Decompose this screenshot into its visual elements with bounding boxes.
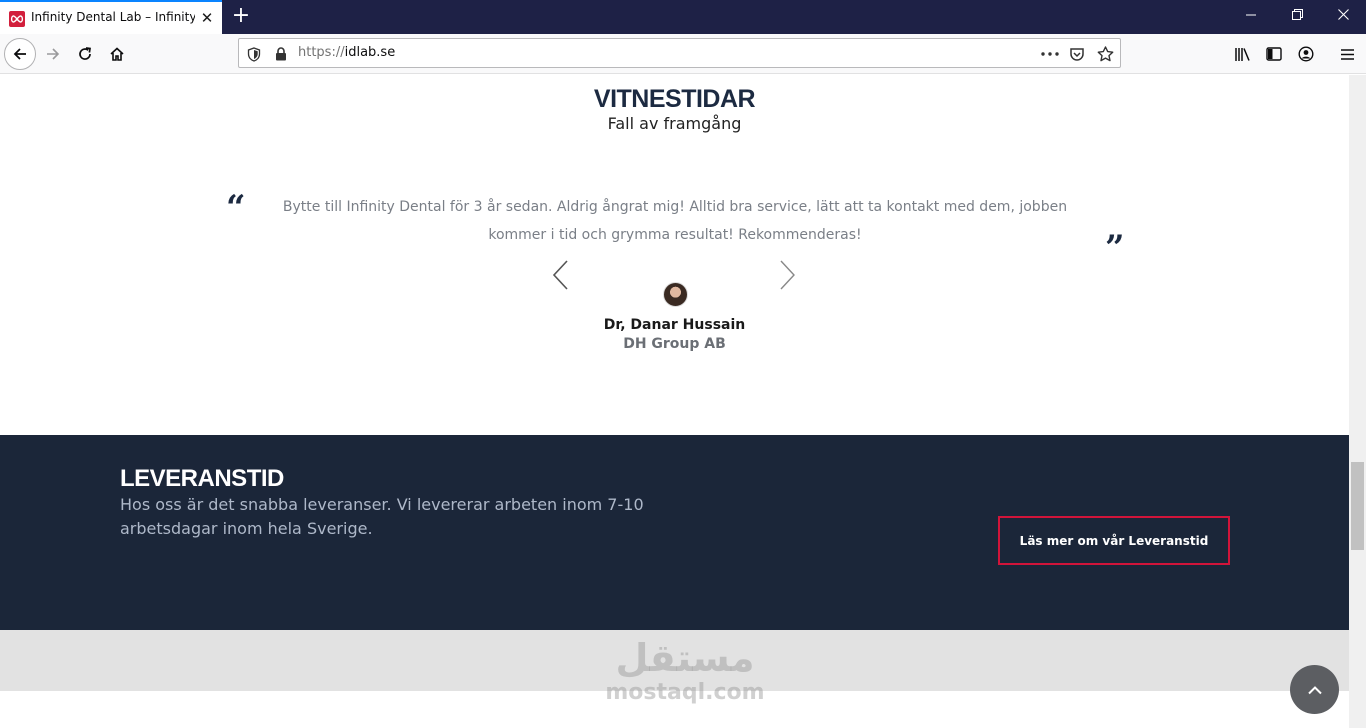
reviewer-company: DH Group AB — [623, 336, 726, 352]
arrow-left-icon — [13, 48, 26, 60]
avatar — [663, 282, 688, 307]
account-button[interactable] — [1290, 38, 1322, 70]
testimonial-text: Bytte till Infinity Dental för 3 år seda… — [282, 199, 1068, 243]
tab-strip: Infinity Dental Lab – Infinity Dental La… — [0, 0, 1366, 34]
watermark-logo: مستقل mostaql.com — [590, 635, 780, 717]
address-bar[interactable]: https://idlab.se — [238, 38, 1121, 68]
home-button[interactable] — [101, 38, 133, 70]
home-icon — [110, 47, 124, 61]
restore-button[interactable] — [1274, 0, 1320, 34]
delivery-title: LEVERANSTID — [120, 465, 284, 492]
browser-tab[interactable]: Infinity Dental Lab – Infinity Dental La… — [0, 0, 222, 34]
quote-close-icon: ” — [1105, 228, 1125, 268]
navigation-toolbar: https://idlab.se — [0, 34, 1366, 74]
delivery-text: Hos oss är det snabba leveranser. Vi lev… — [120, 495, 644, 538]
lock-icon[interactable] — [272, 45, 290, 63]
carousel-next-button[interactable] — [777, 259, 797, 291]
sidebar-icon — [1266, 47, 1282, 61]
arrow-right-icon — [47, 48, 60, 60]
close-icon — [1337, 9, 1349, 20]
library-icon — [1234, 47, 1250, 61]
watermark-latin: mostaql.com — [605, 680, 765, 705]
reload-button[interactable] — [69, 38, 101, 70]
scroll-to-top-button[interactable] — [1290, 665, 1339, 714]
new-tab-button[interactable]: + — [230, 4, 252, 28]
url-text[interactable]: https://idlab.se — [298, 45, 395, 60]
scrollbar-thumb[interactable] — [1351, 462, 1364, 550]
minimize-icon — [1246, 14, 1256, 16]
chevron-left-icon — [552, 260, 568, 290]
close-window-button[interactable] — [1320, 0, 1366, 34]
menu-button[interactable] — [1331, 38, 1363, 70]
quote-open-icon: “ — [226, 188, 246, 228]
minimize-button[interactable] — [1228, 0, 1274, 34]
testimonials-subtitle: Fall av framgång — [607, 114, 742, 133]
carousel-prev-button[interactable] — [551, 259, 571, 291]
page-scrollbar[interactable] — [1349, 75, 1366, 728]
account-icon — [1298, 46, 1314, 62]
watermark-arabic: مستقل — [615, 636, 755, 680]
chevron-right-icon — [780, 260, 795, 290]
site-favicon-icon — [9, 11, 25, 27]
chevron-up-icon — [1307, 685, 1322, 694]
sidebar-button[interactable] — [1258, 38, 1290, 70]
page-content: VITNESTIDAR Fall av framgång “ Bytte til… — [0, 75, 1349, 728]
hamburger-menu-icon — [1340, 48, 1354, 60]
more-actions-icon[interactable] — [1041, 45, 1059, 63]
testimonials-title: VITNESTIDAR — [593, 85, 756, 113]
reload-icon — [79, 47, 91, 60]
reviewer-name: Dr, Danar Hussain — [603, 317, 746, 333]
read-more-delivery-button[interactable]: Läs mer om vår Leveranstid — [998, 516, 1230, 565]
tab-close-icon[interactable]: ✕ — [198, 9, 216, 27]
bookmark-star-icon[interactable] — [1096, 45, 1114, 63]
restore-icon — [1291, 9, 1303, 20]
forward-button[interactable] — [37, 38, 69, 70]
tab-title: Infinity Dental Lab – Infinity Dental La… — [31, 10, 195, 24]
delivery-section: LEVERANSTID Hos oss är det snabba levera… — [0, 435, 1349, 630]
library-button[interactable] — [1226, 38, 1258, 70]
shield-icon[interactable] — [245, 45, 263, 63]
back-button[interactable] — [4, 38, 36, 70]
pocket-icon[interactable] — [1068, 45, 1086, 63]
